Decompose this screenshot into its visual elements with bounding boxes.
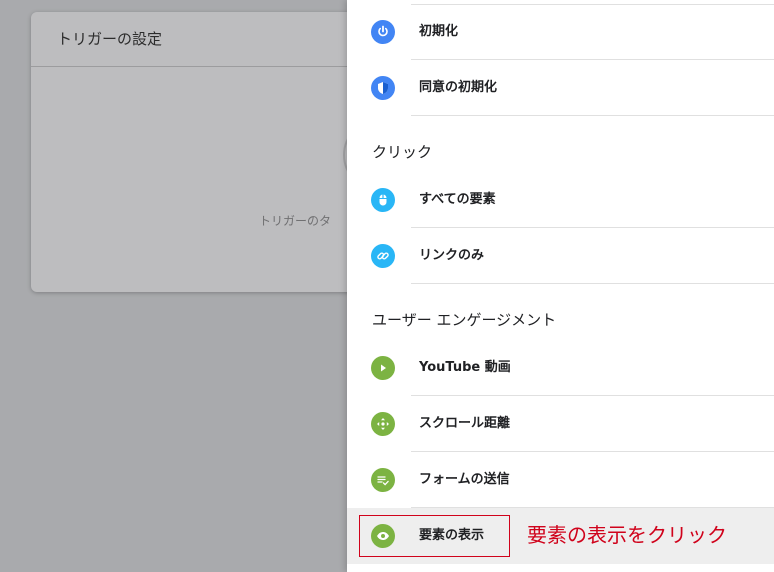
item-divider xyxy=(411,283,774,284)
section-header-user-engagement: ユーザー エンゲージメント xyxy=(372,311,557,329)
trigger-option-consent-initialization[interactable]: 同意の初期化 xyxy=(347,60,774,116)
trigger-type-panel: 初期化 同意の初期化 クリック すべての要素 リンクのみ ユーザー エンゲージメ… xyxy=(347,0,774,572)
form-submit-icon xyxy=(371,468,395,492)
trigger-option-youtube-video[interactable]: YouTube 動画 xyxy=(347,340,774,396)
trigger-option-label: すべての要素 xyxy=(419,192,496,207)
item-divider xyxy=(411,115,774,116)
trigger-option-all-elements[interactable]: すべての要素 xyxy=(347,172,774,228)
trigger-option-label: YouTube 動画 xyxy=(419,360,511,375)
card-divider xyxy=(31,66,371,67)
power-icon xyxy=(371,20,395,44)
trigger-config-card: トリガーの設定 トリガーのタ xyxy=(31,12,371,292)
trigger-option-label: リンクのみ xyxy=(419,248,485,263)
trigger-option-label: フォームの送信 xyxy=(419,472,510,487)
move-arrows-icon xyxy=(371,412,395,436)
trigger-option-initialization[interactable]: 初期化 xyxy=(347,4,774,60)
highlight-box xyxy=(359,515,510,557)
trigger-type-hint: トリガーのタ xyxy=(259,214,332,228)
shield-icon xyxy=(371,76,395,100)
section-header-click: クリック xyxy=(372,143,433,161)
trigger-option-scroll-depth[interactable]: スクロール距離 xyxy=(347,396,774,452)
play-icon xyxy=(371,356,395,380)
trigger-option-links-only[interactable]: リンクのみ xyxy=(347,228,774,284)
link-icon xyxy=(371,244,395,268)
trigger-option-form-submission[interactable]: フォームの送信 xyxy=(347,452,774,508)
trigger-option-label: 同意の初期化 xyxy=(419,80,498,95)
annotation-label: 要素の表示をクリック xyxy=(527,523,727,547)
trigger-config-title: トリガーの設定 xyxy=(57,30,163,48)
trigger-option-label: 初期化 xyxy=(419,24,459,39)
trigger-option-label: スクロール距離 xyxy=(419,416,511,431)
mouse-icon xyxy=(371,188,395,212)
